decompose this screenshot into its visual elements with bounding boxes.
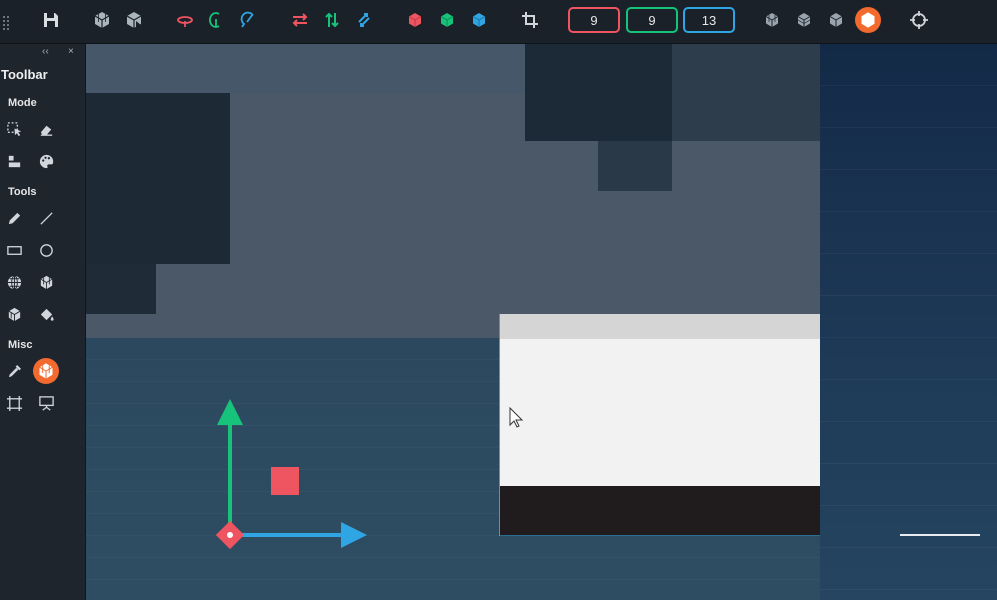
select-icon: [6, 121, 21, 136]
x-axis-arrowhead[interactable]: [341, 522, 367, 548]
shapes-icon: [8, 155, 20, 167]
rectangle-tool[interactable]: [3, 239, 25, 261]
z-axis-handle[interactable]: [271, 467, 299, 495]
eyedropper-icon: [8, 364, 21, 377]
size-z-input[interactable]: 13: [683, 7, 735, 33]
eraser-tool[interactable]: [35, 118, 57, 140]
mouse-cursor-icon: [509, 407, 524, 428]
cube-red-icon: [408, 13, 422, 27]
dark-ceiling-block: [525, 44, 672, 141]
flip-z-button[interactable]: [349, 6, 379, 34]
flip-y-icon: [325, 12, 339, 28]
crosshair-button[interactable]: [904, 6, 934, 34]
collapse-panel-button[interactable]: ‹‹: [42, 46, 49, 57]
fill-tool[interactable]: [35, 303, 57, 325]
cube-green-icon: [440, 13, 454, 27]
save-icon: [44, 13, 58, 27]
shapes-tool[interactable]: [3, 150, 25, 172]
cube-grid-icon: [40, 275, 52, 289]
sky-column-lines: [820, 44, 997, 600]
cube-blue-icon: [472, 13, 486, 27]
flip-z-icon: [358, 13, 370, 27]
line-icon: [39, 211, 53, 225]
pencil-icon: [8, 212, 20, 224]
transform-gizmo[interactable]: [211, 394, 371, 554]
cube-mode-3-icon: [829, 13, 843, 27]
size-y-input[interactable]: 9: [626, 7, 678, 33]
hexagon-active-icon: [855, 7, 881, 33]
easel-icon: [38, 395, 54, 411]
cube-green-button[interactable]: [432, 6, 462, 34]
rectangle-icon: [6, 245, 22, 255]
scale-indicator-line: [900, 534, 980, 536]
cube-mode-3-button[interactable]: [821, 6, 851, 34]
ceiling-block-shadow: [598, 141, 672, 191]
flip-x-icon: [292, 13, 308, 27]
cylinder-tool[interactable]: [3, 303, 25, 325]
cube-slice-icon: [8, 307, 20, 321]
cube-cut-icon: [126, 12, 142, 28]
section-mode: Mode: [8, 97, 37, 109]
rotate-y-icon: [209, 12, 220, 28]
main-toolbar: 9 9 13: [0, 0, 997, 44]
voxel-grid-button[interactable]: [87, 6, 117, 34]
panel-title: Toolbar: [1, 67, 48, 82]
ellipse-tool[interactable]: [35, 239, 57, 261]
presentation-tool[interactable]: [35, 392, 57, 414]
palette-icon: [39, 154, 53, 168]
palette-tool[interactable]: [35, 150, 57, 172]
eyedropper-tool[interactable]: [3, 360, 25, 382]
globe-icon: [7, 274, 21, 290]
model-edge-line: [499, 314, 500, 536]
crop-frame-icon: [6, 395, 22, 411]
rotate-y-button[interactable]: [201, 6, 231, 34]
grip-handle-icon[interactable]: [3, 4, 9, 40]
rotate-x-button[interactable]: [170, 6, 200, 34]
rotate-x-icon: [177, 16, 193, 27]
cube-grid-icon: [94, 12, 110, 28]
eraser-icon: [40, 125, 52, 136]
section-tools: Tools: [8, 186, 37, 198]
hexagon-active-button[interactable]: [853, 6, 883, 34]
3d-viewport[interactable]: [86, 44, 997, 600]
voxel-object-tool[interactable]: [33, 358, 59, 384]
ellipse-icon: [39, 243, 53, 257]
cube-mode-1-icon: [765, 13, 779, 27]
cube-orange-active-icon: [33, 358, 59, 384]
gizmo-origin-dot: [227, 532, 233, 538]
save-button[interactable]: [36, 6, 66, 34]
line-tool[interactable]: [35, 207, 57, 229]
rotate-z-icon: [240, 11, 254, 28]
paint-bucket-icon: [40, 308, 54, 321]
crop-button[interactable]: [515, 6, 545, 34]
section-misc: Misc: [8, 339, 33, 351]
cube-mode-2-button[interactable]: [789, 6, 819, 34]
crop-icon: [522, 12, 538, 28]
model-bottom-edge: [500, 535, 820, 536]
rotate-z-button[interactable]: [233, 6, 263, 34]
cube-blue-button[interactable]: [464, 6, 494, 34]
sphere-tool[interactable]: [3, 271, 25, 293]
y-axis-arrowhead[interactable]: [217, 399, 243, 425]
model-front-face: [500, 339, 820, 486]
tools-panel: ‹‹ × Toolbar Mode Tools Misc: [0, 44, 86, 600]
cube-tool[interactable]: [35, 271, 57, 293]
cube-mode-2-icon: [797, 13, 811, 27]
size-x-input[interactable]: 9: [568, 7, 620, 33]
dark-voxel-step: [86, 264, 156, 314]
close-panel-button[interactable]: ×: [68, 46, 74, 57]
voxel-cut-button[interactable]: [119, 6, 149, 34]
cube-mode-1-button[interactable]: [757, 6, 787, 34]
select-tool[interactable]: [3, 118, 25, 140]
pencil-tool[interactable]: [3, 207, 25, 229]
crosshair-icon: [910, 11, 928, 29]
ceiling-block-right: [672, 44, 820, 141]
model-top-face: [500, 314, 820, 339]
model-base: [500, 486, 820, 536]
dark-voxel-block: [86, 93, 230, 264]
flip-x-button[interactable]: [285, 6, 315, 34]
cube-red-button[interactable]: [400, 6, 430, 34]
flip-y-button[interactable]: [317, 6, 347, 34]
transform-tool[interactable]: [3, 392, 25, 414]
